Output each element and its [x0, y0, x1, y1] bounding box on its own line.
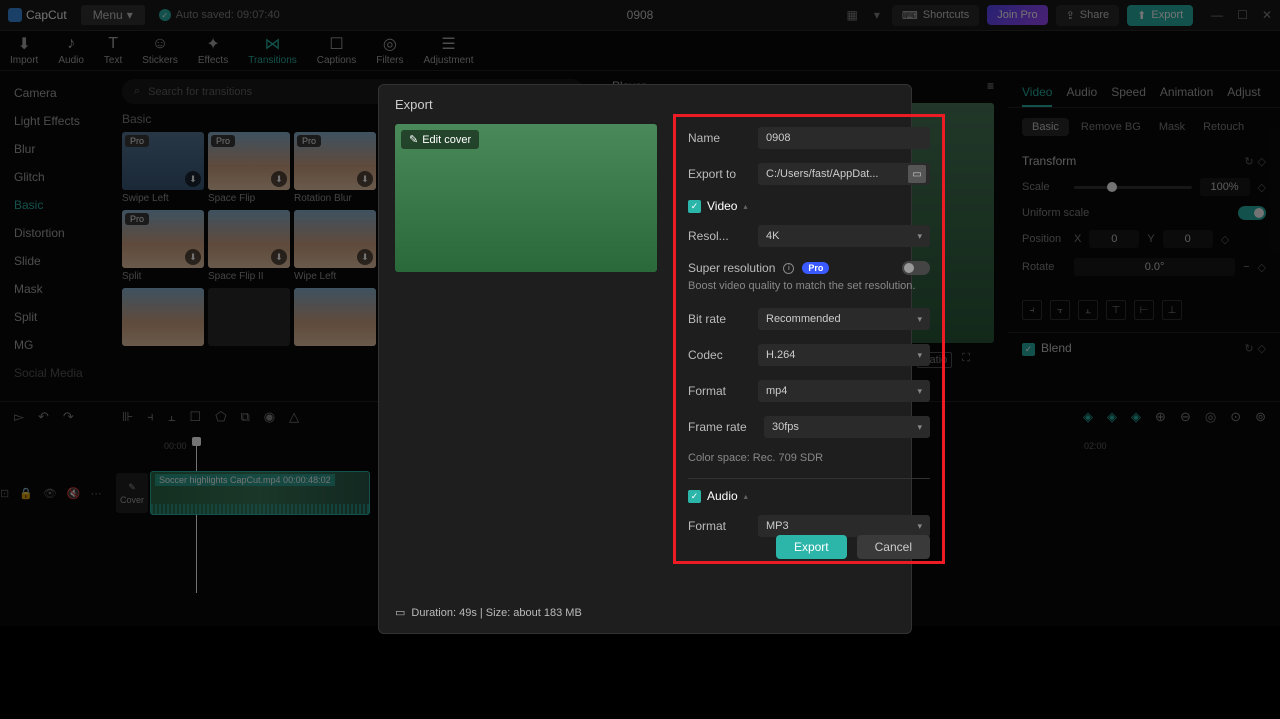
- modal-overlay: Export ✎ Edit cover Name Export to: [0, 0, 1280, 719]
- duration-info: ▭ Duration: 49s | Size: about 183 MB: [395, 606, 582, 619]
- framerate-label: Frame rate: [688, 420, 754, 434]
- export-settings-highlight: Name Export to ▭ ✓ Video ▴ Resol...: [673, 114, 945, 564]
- name-input[interactable]: [758, 127, 930, 149]
- audioformat-select[interactable]: MP3▾: [758, 515, 930, 537]
- format-label: Format: [688, 384, 748, 398]
- info-icon[interactable]: i: [783, 263, 794, 274]
- bitrate-label: Bit rate: [688, 312, 748, 326]
- folder-icon[interactable]: ▭: [908, 165, 926, 183]
- pro-badge: Pro: [802, 262, 829, 274]
- export-modal: Export ✎ Edit cover Name Export to: [378, 84, 912, 634]
- resolution-label: Resol...: [688, 229, 748, 243]
- format-select[interactable]: mp4▾: [758, 380, 930, 402]
- codec-label: Codec: [688, 348, 748, 362]
- exportto-label: Export to: [688, 167, 748, 181]
- film-icon: ▭: [395, 606, 405, 619]
- audioformat-label: Format: [688, 519, 748, 533]
- video-section-label: Video: [707, 199, 737, 213]
- superres-desc: Boost video quality to match the set res…: [688, 279, 930, 294]
- audio-checkbox[interactable]: ✓: [688, 490, 701, 503]
- resolution-select[interactable]: 4K▾: [758, 225, 930, 247]
- collapse-icon[interactable]: ▴: [743, 202, 747, 211]
- video-checkbox[interactable]: ✓: [688, 200, 701, 213]
- cover-preview[interactable]: ✎ Edit cover: [395, 124, 657, 272]
- superres-label: Super resolution: [688, 261, 775, 275]
- exportpath-input[interactable]: [766, 163, 908, 185]
- collapse-icon[interactable]: ▴: [744, 492, 748, 501]
- bitrate-select[interactable]: Recommended▾: [758, 308, 930, 330]
- codec-select[interactable]: H.264▾: [758, 344, 930, 366]
- pencil-icon: ✎: [409, 133, 418, 146]
- superres-toggle[interactable]: [902, 261, 930, 275]
- export-confirm-button[interactable]: Export: [776, 535, 847, 559]
- name-label: Name: [688, 131, 748, 145]
- colorspace-text: Color space: Rec. 709 SDR: [688, 452, 930, 464]
- framerate-select[interactable]: 30fps▾: [764, 416, 930, 438]
- divider: [688, 478, 930, 479]
- cancel-button[interactable]: Cancel: [857, 535, 930, 559]
- audio-section-label: Audio: [707, 489, 738, 503]
- edit-cover-button[interactable]: ✎ Edit cover: [401, 130, 479, 149]
